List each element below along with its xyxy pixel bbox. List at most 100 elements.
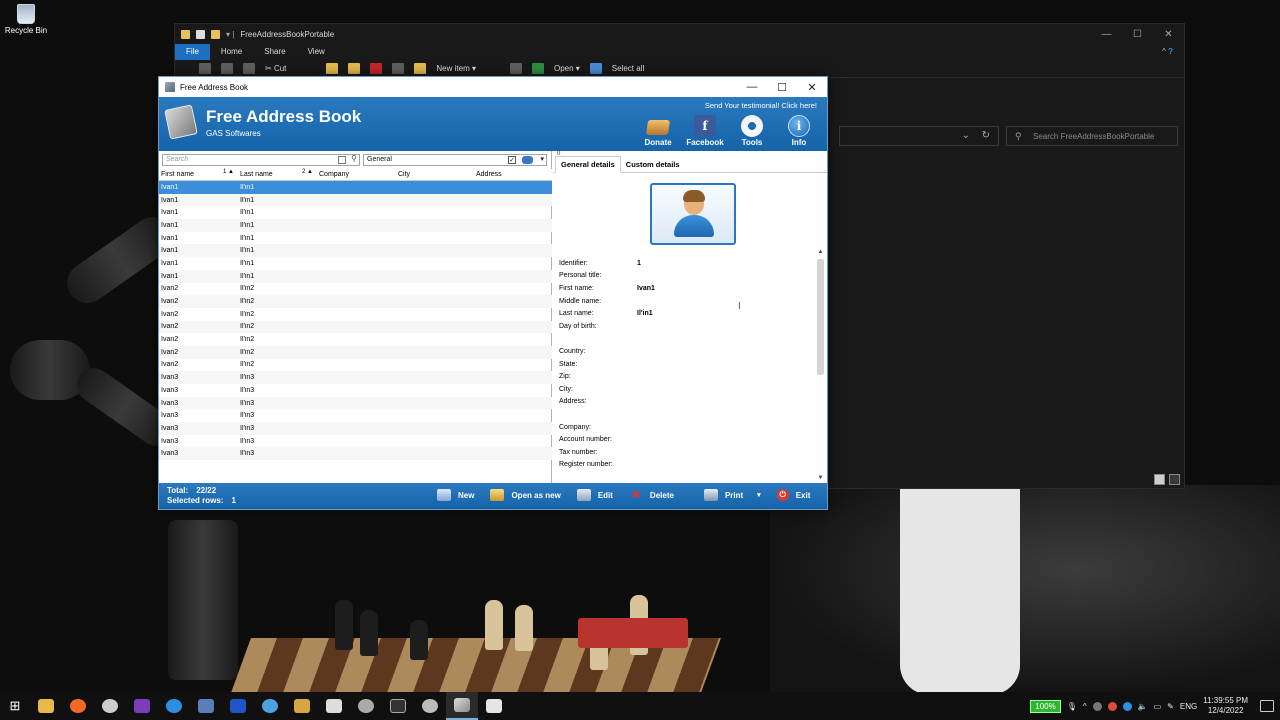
table-row[interactable]: Ivan1 Il'in1 <box>159 181 552 194</box>
tab-custom-details[interactable]: Custom details <box>621 157 685 172</box>
taskbar-app-13[interactable] <box>414 692 446 720</box>
battery-indicator[interactable]: 100% <box>1030 699 1061 713</box>
table-row[interactable]: Ivan3 Il'in3 <box>159 371 552 384</box>
open-button[interactable]: Open ▾ <box>554 64 580 73</box>
properties-icon[interactable] <box>196 29 205 39</box>
table-row[interactable]: Ivan3 Il'in3 <box>159 409 552 422</box>
column-header-company[interactable]: Company <box>317 169 396 180</box>
table-row[interactable]: Ivan2 Il'in2 <box>159 320 552 334</box>
taskbar-free-address-book[interactable] <box>446 692 478 720</box>
clock[interactable]: 11:39:55 PM 12/4/2022 <box>1203 696 1248 716</box>
search-icon[interactable]: ⚲ <box>351 154 357 163</box>
search-input[interactable]: Search ⚲ <box>162 154 360 166</box>
table-row[interactable]: Ivan1 Il'in1 <box>159 206 552 219</box>
testimonial-link[interactable]: Send Your testimonial! Click here! <box>705 101 817 110</box>
pen-icon[interactable]: ✎ <box>1167 702 1174 711</box>
tools-button[interactable]: Tools <box>734 115 770 147</box>
taskbar-app-5[interactable] <box>158 692 190 720</box>
search-checkbox[interactable] <box>338 156 346 164</box>
tray-expand-icon[interactable]: ^ <box>1083 702 1087 711</box>
delete-button[interactable]: ✖ Delete <box>629 489 674 501</box>
taskbar-app-9[interactable] <box>286 692 318 720</box>
taskbar-file-explorer[interactable] <box>30 692 62 720</box>
microphone-icon[interactable]: 🎙 <box>1067 702 1077 711</box>
address-book-window[interactable]: Free Address Book — ☐ ✕ Free Address Boo… <box>158 76 828 510</box>
paste-icon[interactable] <box>243 63 255 74</box>
table-row[interactable]: Ivan3 Il'in3 <box>159 422 552 435</box>
table-row[interactable]: Ivan1 Il'in1 <box>159 219 552 232</box>
chevron-down-icon[interactable]: ▾ <box>757 491 761 499</box>
table-row[interactable]: Ivan2 Il'in2 <box>159 359 552 372</box>
select-all-button[interactable]: Select all <box>612 64 644 73</box>
recycle-bin[interactable]: Recycle Bin <box>4 4 48 35</box>
taskbar-app-7[interactable] <box>222 692 254 720</box>
quick-access-dropdown-icon[interactable]: ▾ | <box>226 30 234 39</box>
tab-view[interactable]: View <box>297 44 336 60</box>
scroll-down-icon[interactable]: ▼ <box>816 475 825 481</box>
edit-button[interactable]: Edit <box>576 489 613 501</box>
notification-icon[interactable] <box>1260 700 1274 712</box>
table-row[interactable]: Ivan1 Il'in1 <box>159 269 552 283</box>
address-dropdown-icon[interactable]: ⌄ <box>962 130 970 141</box>
taskbar-firefox[interactable] <box>62 692 94 720</box>
taskbar-app-15[interactable] <box>478 692 510 720</box>
copy-to-icon[interactable] <box>348 63 361 74</box>
facebook-button[interactable]: f Facebook <box>686 115 724 147</box>
close-icon[interactable]: ✕ <box>797 81 827 94</box>
contact-photo[interactable] <box>650 183 736 245</box>
taskbar-app-6[interactable] <box>190 692 222 720</box>
table-row[interactable]: Ivan1 Il'in1 <box>159 232 552 245</box>
table-row[interactable]: Ivan2 Il'in2 <box>159 333 552 346</box>
table-row[interactable]: Ivan3 Il'in3 <box>159 384 552 397</box>
print-button[interactable]: Print ▾ <box>703 489 761 501</box>
language-indicator[interactable]: ENG <box>1180 702 1197 711</box>
column-header-address[interactable]: Address <box>474 169 552 180</box>
tray-icon[interactable] <box>1107 701 1117 711</box>
new-folder-icon[interactable] <box>211 29 220 39</box>
copy-icon[interactable] <box>221 63 233 74</box>
tab-share[interactable]: Share <box>253 44 296 60</box>
group-checkbox[interactable]: ✓ <box>508 156 516 164</box>
column-header-last-name[interactable]: Last name 2 ▲ <box>238 169 317 180</box>
rename-icon[interactable] <box>392 63 405 74</box>
group-select[interactable]: General ✓ ▾ <box>363 154 547 166</box>
table-row[interactable]: Ivan3 Il'in3 <box>159 435 552 448</box>
new-folder-ribbon-icon[interactable] <box>414 63 427 74</box>
ribbon-collapse-icon[interactable]: ^ ? <box>1151 44 1184 60</box>
info-button[interactable]: i Info <box>781 115 817 147</box>
table-row[interactable]: Ivan2 Il'in2 <box>159 308 552 321</box>
taskbar-app-10[interactable] <box>318 692 350 720</box>
taskbar-app-3[interactable] <box>94 692 126 720</box>
maximize-icon[interactable]: ☐ <box>1122 29 1153 40</box>
explorer-search-input[interactable]: ⚲ Search FreeAddressBookPortable <box>1006 126 1178 146</box>
open-as-new-button[interactable]: Open as new <box>490 489 561 501</box>
close-icon[interactable]: ✕ <box>1153 29 1184 40</box>
properties-ribbon-icon[interactable] <box>509 63 522 74</box>
maximize-icon[interactable]: ☐ <box>767 81 797 94</box>
new-button[interactable]: New <box>437 489 474 501</box>
column-header-first-name[interactable]: First name 1 ▲ <box>159 169 238 180</box>
tray-icon[interactable] <box>1092 701 1102 711</box>
scrollbar-thumb[interactable] <box>817 259 824 375</box>
minimize-icon[interactable]: — <box>737 81 767 94</box>
table-row[interactable]: Ivan2 Il'in2 <box>159 283 552 296</box>
pin-icon[interactable] <box>199 63 211 74</box>
move-to-icon[interactable] <box>326 63 339 74</box>
delete-icon[interactable] <box>370 63 383 74</box>
taskbar-chrome[interactable] <box>254 692 286 720</box>
tab-home[interactable]: Home <box>210 44 253 60</box>
tab-general-details[interactable]: General details <box>555 156 621 173</box>
table-row[interactable]: Ivan1 Il'in1 <box>159 244 552 258</box>
table-row[interactable]: Ivan1 Il'in1 <box>159 193 552 207</box>
cut-button[interactable]: ✂ Cut <box>265 64 286 73</box>
exit-button[interactable]: ⏻ Exit <box>776 489 810 501</box>
address-bar[interactable]: ⌄ ↻ <box>839 126 999 146</box>
scroll-up-icon[interactable]: ▲ <box>816 249 825 255</box>
column-header-city[interactable]: City <box>396 169 474 180</box>
table-row[interactable]: Ivan3 Il'in3 <box>159 396 552 410</box>
taskbar-terminal[interactable] <box>382 692 414 720</box>
new-item-button[interactable]: New item ▾ <box>436 64 476 73</box>
donate-button[interactable]: Donate <box>640 115 676 147</box>
taskbar-app-4[interactable] <box>126 692 158 720</box>
network-icon[interactable]: ▭ <box>1154 702 1162 711</box>
